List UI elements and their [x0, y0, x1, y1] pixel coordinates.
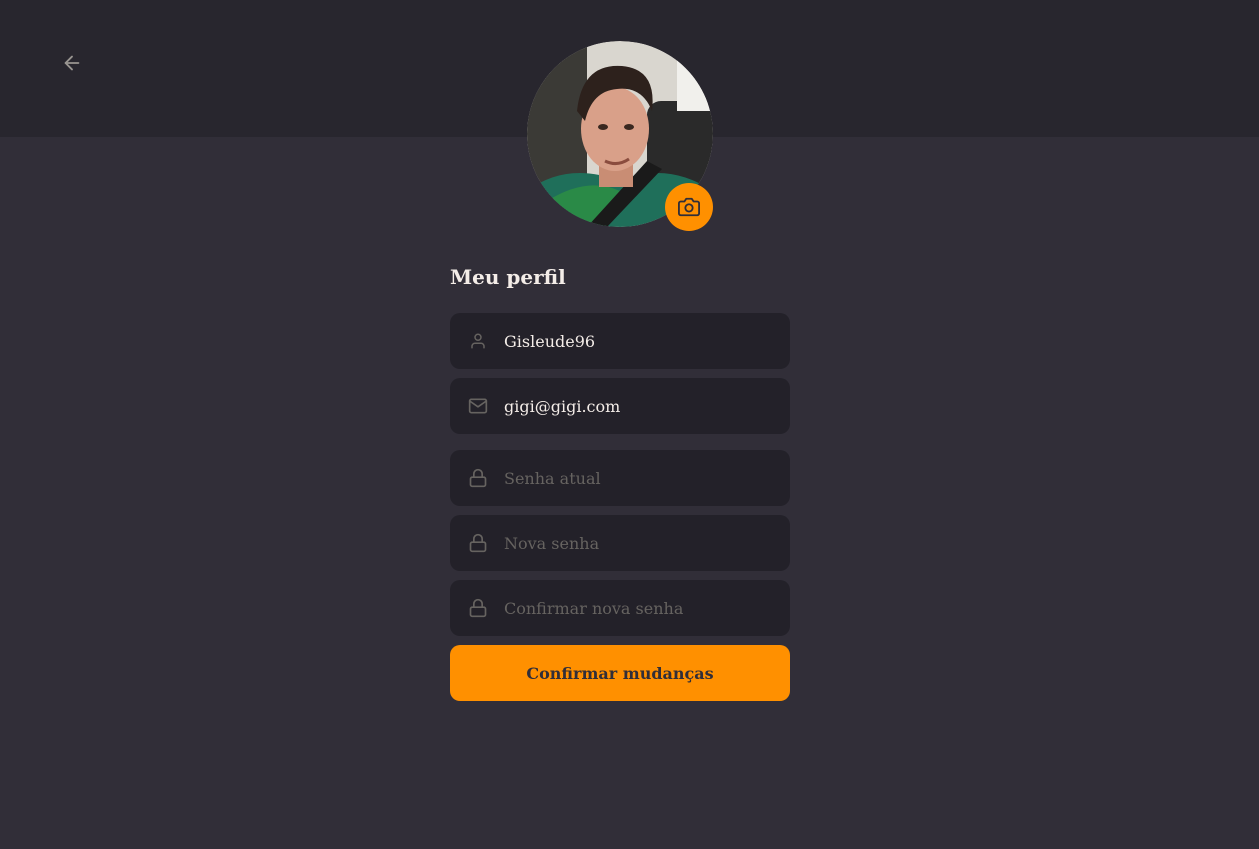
- profile-form: Meu perfil Gisleude96 gigi@gigi.com Conf…: [450, 262, 790, 701]
- lock-icon: [468, 533, 488, 553]
- page-title: Meu perfil: [450, 265, 566, 289]
- change-avatar-button[interactable]: [665, 183, 713, 231]
- old-password-input[interactable]: [504, 450, 790, 506]
- new-password-input[interactable]: [504, 515, 790, 571]
- arrow-left-icon: [64, 55, 80, 71]
- back-button[interactable]: [58, 49, 86, 77]
- new-password-field[interactable]: [450, 515, 790, 571]
- name-field[interactable]: [450, 313, 790, 369]
- user-icon: [468, 331, 488, 351]
- old-password-field[interactable]: [450, 450, 790, 506]
- camera-icon: [678, 197, 700, 217]
- email-field[interactable]: [450, 378, 790, 434]
- lock-icon: [468, 598, 488, 618]
- avatar-container: [527, 41, 713, 231]
- name-input[interactable]: [504, 313, 790, 369]
- lock-icon: [468, 468, 488, 488]
- confirm-changes-button[interactable]: Confirmar mudanças: [450, 645, 790, 701]
- mail-icon: [468, 396, 488, 416]
- confirm-password-field[interactable]: [450, 580, 790, 636]
- email-input[interactable]: [504, 378, 790, 434]
- confirm-password-input[interactable]: [504, 580, 790, 636]
